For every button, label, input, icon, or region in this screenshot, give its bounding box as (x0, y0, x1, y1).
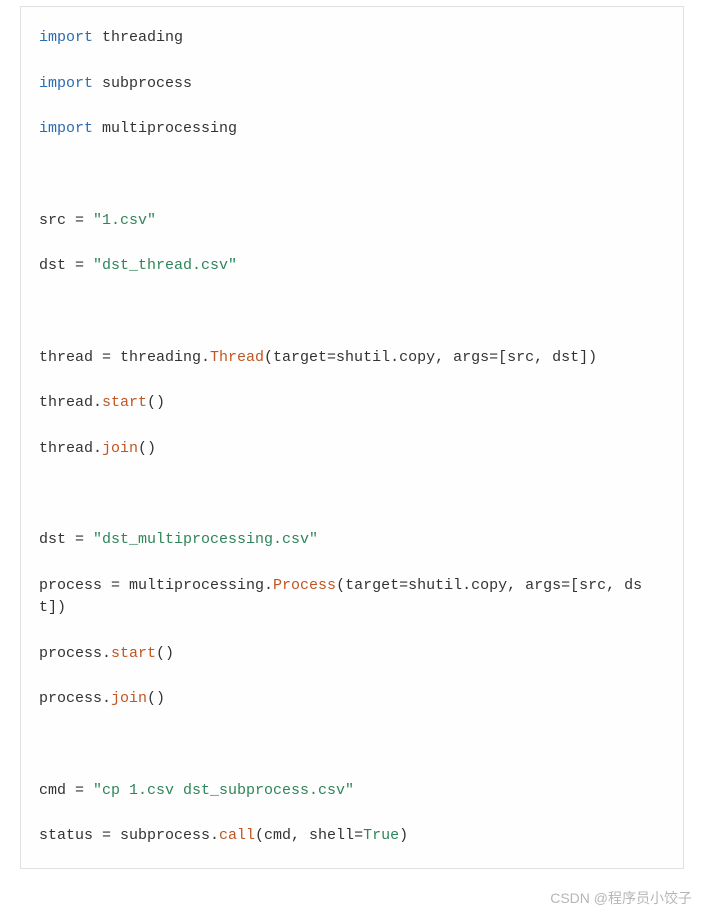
string-literal: "cp 1.csv dst_subprocess.csv" (93, 782, 354, 799)
string-literal: "dst_thread.csv" (93, 257, 237, 274)
code-text: thread. (39, 440, 102, 457)
code-line: import multiprocessing (39, 118, 665, 141)
keyword: import (39, 29, 93, 46)
code-text: () (138, 440, 156, 457)
blank-lines (39, 301, 665, 347)
code-text: process. (39, 690, 111, 707)
code-text: (target=shutil.copy, args=[src, dst]) (264, 349, 597, 366)
code-line: import subprocess (39, 73, 665, 96)
module-name: multiprocessing (93, 120, 237, 137)
function-name: join (102, 440, 138, 457)
boolean-literal: True (363, 827, 399, 844)
blank-lines (39, 483, 665, 529)
code-text: thread. (39, 394, 102, 411)
keyword: import (39, 120, 93, 137)
code-block: import threading import subprocess impor… (20, 6, 684, 869)
code-line: thread.start() (39, 392, 665, 415)
code-line: dst = "dst_multiprocessing.csv" (39, 529, 665, 552)
code-text: (cmd, shell= (255, 827, 363, 844)
code-line: cmd = "cp 1.csv dst_subprocess.csv" (39, 780, 665, 803)
code-line: thread = threading.Thread(target=shutil.… (39, 347, 665, 370)
code-text: () (147, 394, 165, 411)
code-text: process = multiprocessing. (39, 577, 273, 594)
blank-lines (39, 734, 665, 780)
code-text: status = subprocess. (39, 827, 219, 844)
string-literal: "1.csv" (93, 212, 156, 229)
function-name: start (102, 394, 147, 411)
string-literal: "dst_multiprocessing.csv" (93, 531, 318, 548)
keyword: import (39, 75, 93, 92)
code-line: src = "1.csv" (39, 210, 665, 233)
code-text: ) (399, 827, 408, 844)
watermark-text: CSDN @程序员小饺子 (550, 888, 692, 908)
assignment: src = (39, 212, 93, 229)
code-line: process = multiprocessing.Process(target… (39, 575, 665, 620)
assignment: cmd = (39, 782, 93, 799)
function-name: call (219, 827, 255, 844)
code-line: process.join() (39, 688, 665, 711)
code-text: () (156, 645, 174, 662)
function-name: start (111, 645, 156, 662)
class-name: Thread (210, 349, 264, 366)
code-line: dst = "dst_thread.csv" (39, 255, 665, 278)
code-text: thread = threading. (39, 349, 210, 366)
blank-lines (39, 164, 665, 210)
code-text: process. (39, 645, 111, 662)
class-name: Process (273, 577, 336, 594)
assignment: dst = (39, 531, 93, 548)
assignment: dst = (39, 257, 93, 274)
function-name: join (111, 690, 147, 707)
code-line: import threading (39, 27, 665, 50)
code-line: thread.join() (39, 438, 665, 461)
code-text: () (147, 690, 165, 707)
module-name: subprocess (93, 75, 192, 92)
module-name: threading (93, 29, 183, 46)
code-line: process.start() (39, 643, 665, 666)
code-line: status = subprocess.call(cmd, shell=True… (39, 825, 665, 848)
